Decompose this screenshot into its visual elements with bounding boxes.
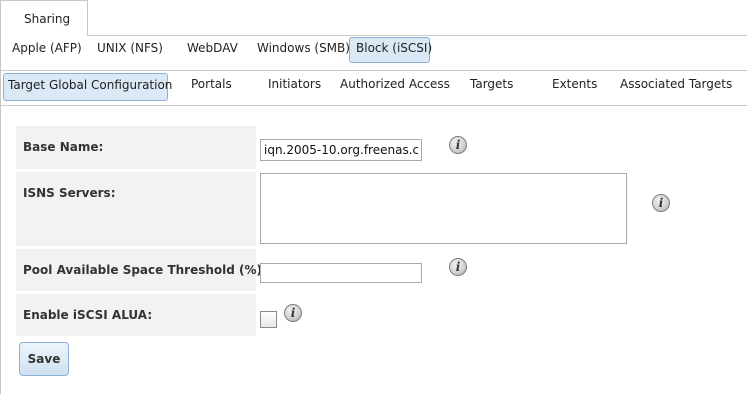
tab-authorized-access[interactable]: Authorized Access — [340, 77, 450, 91]
tab-targets[interactable]: Targets — [470, 77, 513, 91]
enable-alua-checkbox[interactable] — [260, 311, 277, 328]
tab-portals[interactable]: Portals — [191, 77, 232, 91]
tab-initiators-label: Initiators — [268, 77, 322, 91]
tab-windows-smb[interactable]: Windows (SMB) — [257, 41, 350, 55]
pool-threshold-input[interactable] — [260, 263, 422, 283]
tab-webdav[interactable]: WebDAV — [187, 41, 238, 55]
tab-sharing-label: Sharing — [24, 12, 71, 26]
tab-apple-afp[interactable]: Apple (AFP) — [12, 41, 82, 55]
info-icon[interactable]: i — [652, 194, 670, 212]
iscsi-tabs-divider — [0, 105, 747, 106]
tab-sharing[interactable]: Sharing — [0, 0, 88, 36]
info-icon[interactable]: i — [449, 136, 467, 154]
tab-target-global-configuration[interactable]: Target Global Configuration — [3, 73, 172, 101]
info-icon[interactable]: i — [284, 304, 302, 322]
tab-targets-label: Targets — [470, 77, 514, 91]
pool-threshold-label: Pool Available Space Threshold (%): — [23, 263, 267, 277]
base-name-label-cell: Base Name: — [16, 126, 256, 169]
info-icon-glyph: i — [455, 260, 461, 274]
save-button[interactable]: Save — [19, 342, 69, 376]
info-icon-glyph: i — [455, 138, 461, 152]
base-name-input[interactable] — [260, 139, 422, 161]
share-tabs-divider — [0, 70, 747, 71]
info-icon[interactable]: i — [449, 258, 467, 276]
isns-servers-label: ISNS Servers: — [23, 186, 116, 200]
tab-unix-nfs[interactable]: UNIX (NFS) — [97, 41, 163, 55]
tab-webdav-label: WebDAV — [187, 41, 238, 55]
tab-extents-label: Extents — [552, 77, 598, 91]
tab-unix-nfs-label: UNIX (NFS) — [97, 41, 163, 55]
tab-associated-targets-label: Associated Targets — [620, 77, 733, 91]
isns-servers-label-cell: ISNS Servers: — [16, 172, 256, 246]
tab-extents[interactable]: Extents — [552, 77, 597, 91]
main-tab-bar-border — [88, 35, 747, 36]
tab-target-global-configuration-label: Target Global Configuration — [8, 78, 173, 92]
info-icon-glyph: i — [658, 196, 664, 210]
enable-alua-label-cell: Enable iSCSI ALUA: — [16, 294, 256, 336]
enable-alua-label: Enable iSCSI ALUA: — [23, 308, 153, 322]
tab-portals-label: Portals — [191, 77, 232, 91]
tab-block-iscsi-label: Block (iSCSI) — [356, 41, 433, 55]
panel-left-border — [0, 36, 1, 394]
pool-threshold-label-cell: Pool Available Space Threshold (%): — [16, 249, 267, 291]
tab-block-iscsi[interactable]: Block (iSCSI) — [349, 37, 433, 63]
tab-apple-afp-label: Apple (AFP) — [12, 41, 82, 55]
tab-associated-targets[interactable]: Associated Targets — [620, 77, 732, 91]
tab-windows-smb-label: Windows (SMB) — [257, 41, 350, 55]
info-icon-glyph: i — [290, 306, 296, 320]
tab-initiators[interactable]: Initiators — [268, 77, 321, 91]
isns-servers-textarea[interactable] — [260, 173, 627, 244]
base-name-label: Base Name: — [23, 140, 104, 154]
tab-authorized-access-label: Authorized Access — [340, 77, 450, 91]
